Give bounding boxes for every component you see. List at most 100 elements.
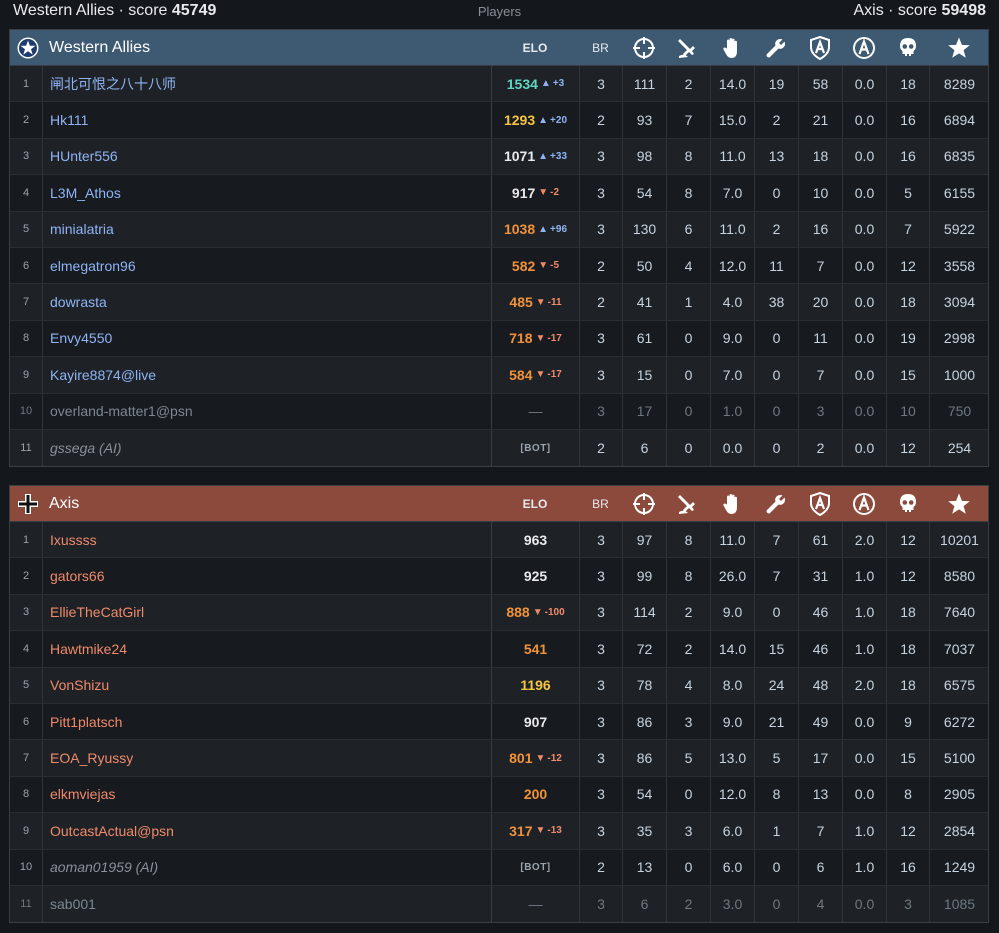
stat-c3: 15.0 xyxy=(710,102,754,138)
player-row[interactable]: 5 minialatria 1038 ▲ +96 3 130 6 11.0 2 16 0.0 7 5922 xyxy=(10,211,988,248)
player-name[interactable]: elkmviejas xyxy=(42,776,491,813)
hand-icon[interactable] xyxy=(710,30,754,66)
player-name[interactable]: gators66 xyxy=(42,558,491,594)
player-row[interactable]: 1 Ixussss 963 3 97 8 11.0 7 61 2.0 12 10201 xyxy=(10,522,988,559)
stat-c4: 0 xyxy=(754,357,798,393)
stat-c7: 12 xyxy=(886,558,929,594)
player-row[interactable]: 7 dowrasta 485 ▼ -11 2 41 1 4.0 38 20 0.0 18 3094 xyxy=(10,284,989,321)
player-name[interactable]: VonShizu xyxy=(42,667,491,703)
star-icon[interactable] xyxy=(929,30,989,66)
stat-c6: 0.0 xyxy=(842,247,886,284)
player-row[interactable]: 10 aoman01959 (AI) [BOT] 2 13 0 6.0 0 6 1.0 16 1249 xyxy=(10,849,988,886)
stat-c5: 48 xyxy=(798,667,842,703)
player-name[interactable]: 闸北可恨之八十八师 xyxy=(42,66,491,102)
plane-crash-icon[interactable] xyxy=(666,30,710,66)
circle-a-icon[interactable] xyxy=(842,486,886,522)
column-header-elo[interactable]: ELO xyxy=(491,486,579,522)
player-elo: 917 ▼ -2 xyxy=(491,175,579,211)
wrench-icon[interactable] xyxy=(754,30,798,66)
stat-c2: 6 xyxy=(666,211,710,247)
stat-score: 3094 xyxy=(929,284,989,320)
player-name[interactable]: overland-matter1@psn xyxy=(42,393,491,429)
player-row[interactable]: 9 OutcastActual@psn 317 ▼ -13 3 35 3 6.0 1 7 1.0 12 2… xyxy=(10,813,988,850)
elo-value: 1293 xyxy=(503,112,536,129)
player-name[interactable]: dowrasta xyxy=(42,284,491,320)
skull-icon[interactable] xyxy=(886,486,929,522)
shield-a-icon[interactable] xyxy=(798,486,842,522)
player-row[interactable]: 1 闸北可恨之八十八师 1534 ▲ +3 3 111 2 14.0 19 58 0.0 18 8289 xyxy=(10,66,988,103)
stat-c2: 5 xyxy=(666,740,710,776)
player-name[interactable]: EllieTheCatGirl xyxy=(42,594,491,631)
player-row[interactable]: 6 Pitt1platsch 907 3 86 3 9.0 21 49 0.0 9 6272 xyxy=(10,703,989,741)
player-name[interactable]: Ixussss xyxy=(42,522,491,558)
player-row[interactable]: 10 overland-matter1@psn —3 17 0 1.0 0 3 0.0 10 750 xyxy=(10,393,988,430)
player-row[interactable]: 8 elkmviejas 200 3 54 0 12.0 8 13 0.0 8 2905 xyxy=(10,776,988,814)
player-row[interactable]: 3 HUnter556 1071 ▲ +33 3 98 8 11.0 13 18 0.0 16 6835 xyxy=(10,138,988,176)
player-row[interactable]: 2 gators66 925 3 99 8 26.0 7 31 1.0 12 8580 xyxy=(10,558,988,595)
stat-br: 3 xyxy=(579,776,622,813)
player-name[interactable]: Hk111 xyxy=(42,102,491,138)
player-row[interactable]: 7 EOA_Ryussy 801 ▼ -12 3 86 5 13.0 5 17 0.0 15 5100 xyxy=(10,740,988,777)
player-row[interactable]: 3 EllieTheCatGirl 888 ▼ -100 3 114 2 9.0 0 46 1.0 18… xyxy=(10,594,988,632)
player-name[interactable]: aoman01959 (AI) xyxy=(42,849,491,885)
skull-icon[interactable] xyxy=(886,30,929,66)
player-row[interactable]: 9 Kayire8874@live 584 ▼ -17 3 15 0 7.0 0 7 0.0 15 100… xyxy=(10,357,988,394)
crosshair-icon[interactable] xyxy=(622,486,666,522)
elo-delta-value: +3 xyxy=(552,78,565,90)
star-icon[interactable] xyxy=(929,486,989,522)
player-row[interactable]: 11 sab001—3 6 2 3.0 0 4 0.0 3 1085 xyxy=(10,885,988,923)
stat-c4: 13 xyxy=(754,138,798,175)
stat-c5: 13 xyxy=(798,776,842,813)
player-row[interactable]: 6 elmegatron96 582 ▼ -5 2 50 4 12.0 11 7 0.0 12 3558 xyxy=(10,247,988,285)
stat-c3: 1.0 xyxy=(710,393,754,429)
player-name[interactable]: HUnter556 xyxy=(42,138,491,175)
player-name[interactable]: Envy4550 xyxy=(42,320,491,357)
player-name[interactable]: sab001 xyxy=(42,885,491,923)
stat-c6: 1.0 xyxy=(842,849,886,885)
stat-c4: 5 xyxy=(754,740,798,776)
player-name[interactable]: EOA_Ryussy xyxy=(42,740,491,776)
shield-a-icon[interactable] xyxy=(798,30,842,66)
elo-delta-value: -100 xyxy=(544,606,565,618)
stat-score: 6894 xyxy=(929,102,989,138)
stat-c3: 6.0 xyxy=(710,849,754,885)
player-row[interactable]: 11 gssega (AI) [BOT] 2 6 0 0.0 0 2 0.0 12 254 xyxy=(10,429,988,467)
stat-score: 6272 xyxy=(929,703,989,740)
elo-delta-value: -2 xyxy=(550,187,560,199)
row-index: 5 xyxy=(22,679,30,692)
player-row[interactable]: 5 VonShizu 1196 3 78 4 8.0 24 48 2.0 18 6575 xyxy=(10,667,988,704)
player-row[interactable]: 4 L3M_Athos 917 ▼ -2 3 54 8 7.0 0 10 0.0 5 6155 xyxy=(10,175,988,212)
player-name[interactable]: L3M_Athos xyxy=(42,175,491,211)
player-name[interactable]: OutcastActual@psn xyxy=(42,813,491,849)
stat-c4: 2 xyxy=(754,211,798,247)
player-name[interactable]: Pitt1platsch xyxy=(42,703,491,740)
player-name[interactable]: gssega (AI) xyxy=(42,429,491,467)
triangle-down-icon: ▼ xyxy=(538,187,549,199)
player-elo: [BOT] xyxy=(491,849,579,885)
stat-c6: 0.0 xyxy=(842,429,886,467)
plane-crash-icon[interactable] xyxy=(666,486,710,522)
row-index: 1 xyxy=(22,77,30,90)
circle-a-icon[interactable] xyxy=(842,30,886,66)
player-name[interactable]: elmegatron96 xyxy=(42,247,491,284)
column-header-elo[interactable]: ELO xyxy=(491,30,579,66)
elo-value: 801 xyxy=(509,750,533,767)
crosshair-icon[interactable] xyxy=(622,30,666,66)
player-name[interactable]: Hawtmike24 xyxy=(42,631,491,667)
player-elo: [BOT] xyxy=(491,429,579,467)
column-header-br[interactable]: BR xyxy=(579,486,622,522)
hand-icon[interactable] xyxy=(710,486,754,522)
wrench-icon[interactable] xyxy=(754,486,798,522)
stat-c5: 7 xyxy=(798,247,842,284)
player-row[interactable]: 2 Hk111 1293 ▲ +20 2 93 7 15.0 2 21 0.0 16 6894 xyxy=(10,102,989,139)
column-header-br[interactable]: BR xyxy=(579,30,622,66)
player-name[interactable]: minialatria xyxy=(42,211,491,247)
allies-team-name: Western Allies xyxy=(49,39,151,56)
row-index: 7 xyxy=(22,752,30,765)
player-row[interactable]: 8 Envy4550 718 ▼ -17 3 61 0 9.0 0 11 0.0 19 2998 xyxy=(10,320,988,358)
player-name[interactable]: Kayire8874@live xyxy=(42,357,491,393)
elo-value: 888 xyxy=(506,604,530,621)
player-row[interactable]: 4 Hawtmike24 541 3 72 2 14.0 15 46 1.0 18 7037 xyxy=(10,631,988,668)
stat-c4: 0 xyxy=(754,175,798,211)
stat-c6: 1.0 xyxy=(842,631,886,667)
